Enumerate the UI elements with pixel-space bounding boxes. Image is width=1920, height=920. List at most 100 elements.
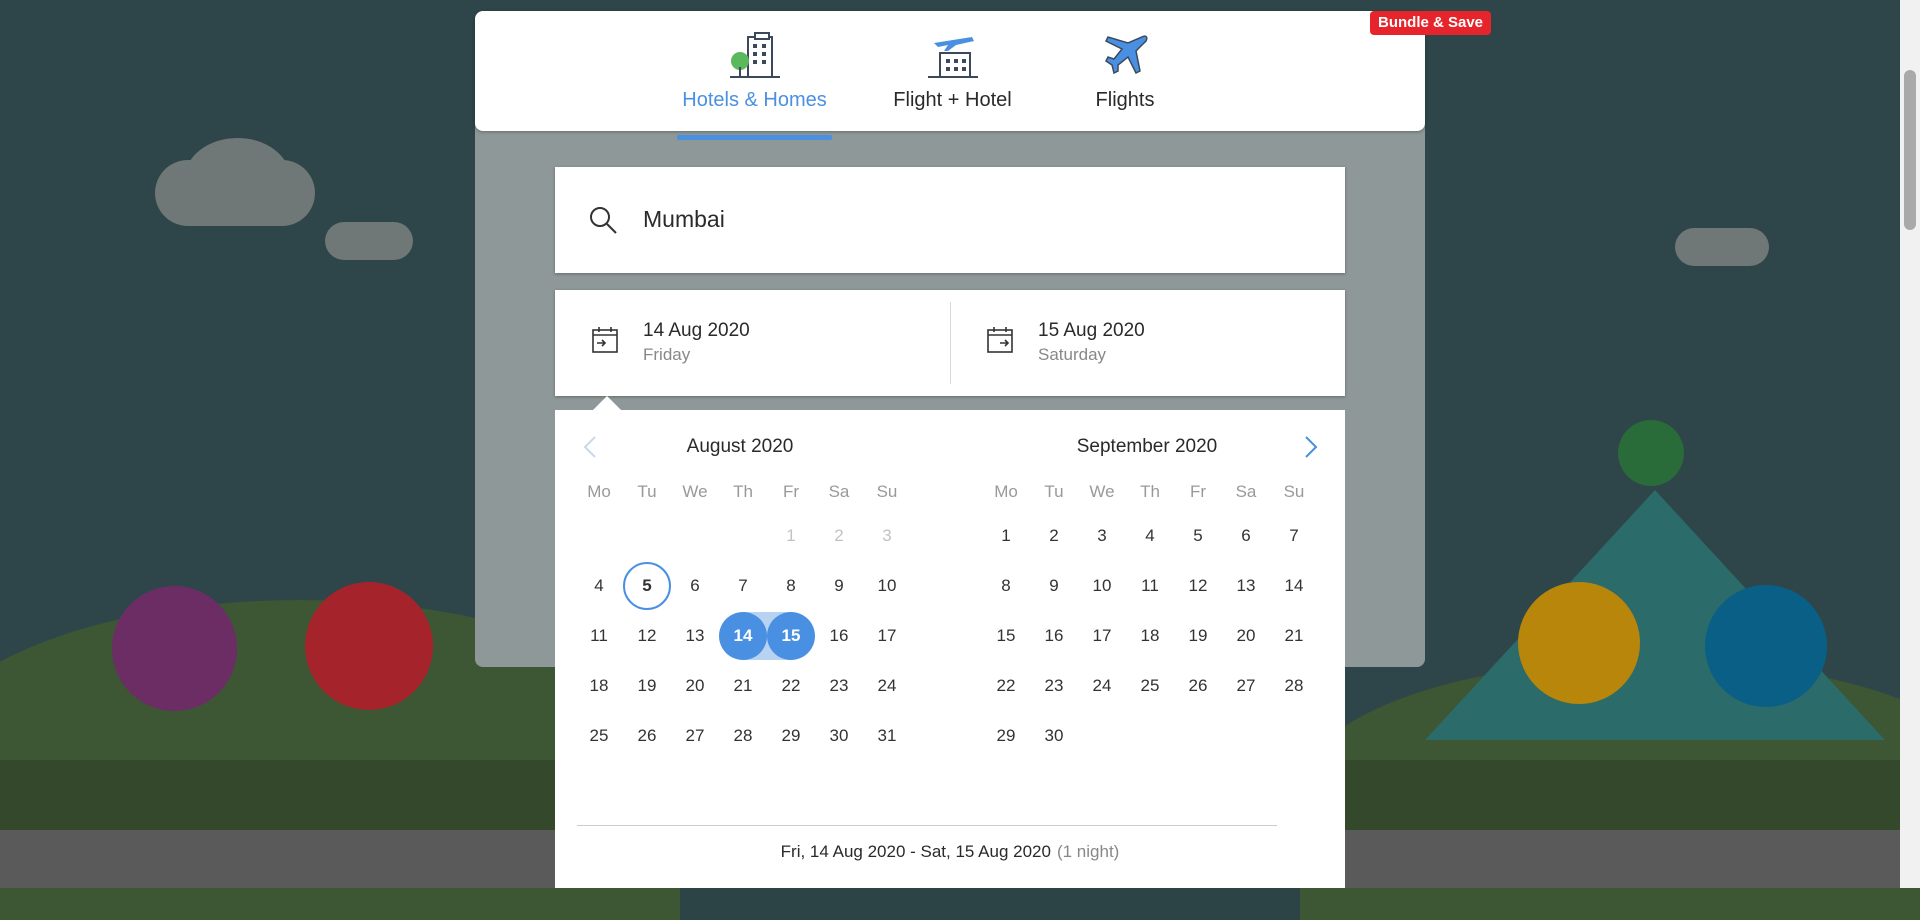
calendar-day[interactable]: 8 <box>767 562 815 610</box>
calendar-day[interactable]: 30 <box>1030 712 1078 760</box>
calendar-day[interactable]: 14 <box>1270 562 1318 610</box>
calendar-day[interactable]: 8 <box>982 562 1030 610</box>
calendar-day[interactable]: 29 <box>982 712 1030 760</box>
calendar-day[interactable]: 15 <box>982 612 1030 660</box>
calendar-day[interactable]: 21 <box>719 662 767 710</box>
calendar-day[interactable]: 25 <box>1126 662 1174 710</box>
bundle-save-badge: Bundle & Save <box>1370 11 1492 35</box>
calendar-day[interactable]: 29 <box>767 712 815 760</box>
calendar-day[interactable]: 24 <box>1078 662 1126 710</box>
tab-label: Flights <box>1095 89 1155 111</box>
checkout-field[interactable]: 15 Aug 2020 Saturday <box>950 290 1345 396</box>
weekday-header: Th <box>1140 482 1160 501</box>
calendar-day[interactable]: 7 <box>1270 512 1318 560</box>
calendar-day[interactable]: 20 <box>671 662 719 710</box>
weekday-header: Fr <box>1189 482 1207 501</box>
weekday-header: Su <box>1283 482 1305 501</box>
calendar-day[interactable]: 27 <box>1222 662 1270 710</box>
month-title: August 2020 <box>686 436 794 457</box>
weekday-header: Mo <box>994 482 1018 501</box>
calendar-day[interactable]: 23 <box>1030 662 1078 710</box>
weekday-header: Sa <box>1235 482 1257 501</box>
weekday-header: Tu <box>1044 482 1064 501</box>
tab-hotels-homes[interactable]: Hotels & Homes <box>677 31 832 140</box>
calendar-day[interactable]: 5 <box>1174 512 1222 560</box>
flight-hotel-icon <box>927 37 978 78</box>
calendar-day[interactable]: 16 <box>815 612 863 660</box>
calendar-day[interactable]: 16 <box>1030 612 1078 660</box>
calendar-day[interactable]: 13 <box>1222 562 1270 610</box>
calendar-day[interactable]: 17 <box>863 612 911 660</box>
tab-flight-hotel[interactable]: Flight + Hotel <box>880 31 1025 131</box>
calendar-day[interactable]: 2 <box>1030 512 1078 560</box>
weekday-header: We <box>682 482 708 501</box>
red-character <box>305 582 433 710</box>
calendar-day[interactable]: 6 <box>1222 512 1270 560</box>
calendar-day[interactable]: 25 <box>575 712 623 760</box>
calendar-day[interactable]: 27 <box>671 712 719 760</box>
calendar-day[interactable]: 4 <box>1126 512 1174 560</box>
calendar-day[interactable]: 10 <box>1078 562 1126 610</box>
calendar-day[interactable]: 20 <box>1222 612 1270 660</box>
calendar-day[interactable]: 19 <box>1174 612 1222 660</box>
stay-range: Fri, 14 Aug 2020 - Sat, 15 Aug 2020 <box>780 842 1051 861</box>
airplane-icon <box>1104 35 1148 75</box>
checkin-field[interactable]: 14 Aug 2020 Friday <box>555 290 950 396</box>
calendar-day: 3 <box>882 526 892 545</box>
calendar-day[interactable]: 17 <box>1078 612 1126 660</box>
destination-search[interactable]: Mumbai <box>555 167 1345 273</box>
calendar-day[interactable]: 31 <box>863 712 911 760</box>
hotel-building-icon <box>729 32 780 78</box>
calendar-day[interactable]: 5 <box>623 562 671 610</box>
calendar-day[interactable]: 21 <box>1270 612 1318 660</box>
weekday-header: Fr <box>782 482 800 501</box>
calendar-day[interactable]: 9 <box>815 562 863 610</box>
calendar-pointer <box>593 396 621 410</box>
calendar-day[interactable]: 11 <box>1126 562 1174 610</box>
calendar-day[interactable]: 12 <box>1174 562 1222 610</box>
calendar-day[interactable]: 18 <box>1126 612 1174 660</box>
tab-flights[interactable]: Flights <box>1070 31 1180 131</box>
active-tab-indicator <box>677 135 832 140</box>
calendar-day[interactable]: 10 <box>863 562 911 610</box>
calendar-day[interactable]: 30 <box>815 712 863 760</box>
calendar-day[interactable]: 4 <box>575 562 623 610</box>
cloud <box>325 222 413 260</box>
scrollbar-thumb[interactable] <box>1904 70 1916 230</box>
calendar-day[interactable]: 7 <box>719 562 767 610</box>
weekday-header: Th <box>733 482 753 501</box>
calendar-day[interactable]: 28 <box>1270 662 1318 710</box>
calendar-day[interactable]: 12 <box>623 612 671 660</box>
calendar-day[interactable]: 11 <box>575 612 623 660</box>
calendar-day[interactable]: 18 <box>575 662 623 710</box>
checkin-day: Friday <box>643 345 691 364</box>
calendar-divider <box>577 825 1277 826</box>
calendar-day[interactable]: 6 <box>671 562 719 610</box>
tab-label: Flight + Hotel <box>893 89 1012 111</box>
yellow-character <box>1518 582 1640 704</box>
weekday-header: Mo <box>587 482 611 501</box>
checkout-day: Saturday <box>1038 345 1107 364</box>
blue-character <box>1705 585 1827 707</box>
calendar-day[interactable]: 22 <box>767 662 815 710</box>
calendar-day[interactable]: 19 <box>623 662 671 710</box>
search-input[interactable]: Mumbai <box>643 206 725 233</box>
date-picker: August 2020 Mo Tu We Th Fr Sa Su 1 2 3 4 5 6 7 8 9 10 11 1… <box>555 410 1345 888</box>
checkin-date: 14 Aug 2020 <box>643 320 750 341</box>
page-scrollbar[interactable] <box>1900 0 1920 888</box>
calendar-day[interactable]: 23 <box>815 662 863 710</box>
calendar-day[interactable]: 26 <box>623 712 671 760</box>
calendar-day[interactable]: 3 <box>1078 512 1126 560</box>
calendar-day[interactable]: 28 <box>719 712 767 760</box>
calendar-day[interactable]: 15 <box>767 612 815 660</box>
calendar-day[interactable]: 24 <box>863 662 911 710</box>
cloud <box>185 138 290 218</box>
calendar-day[interactable]: 1 <box>982 512 1030 560</box>
weekday-header: Su <box>876 482 898 501</box>
calendar-day[interactable]: 26 <box>1174 662 1222 710</box>
search-icon <box>590 207 617 234</box>
calendar-day[interactable]: 13 <box>671 612 719 660</box>
calendar-day[interactable]: 14 <box>719 612 767 660</box>
calendar-day[interactable]: 22 <box>982 662 1030 710</box>
calendar-day[interactable]: 9 <box>1030 562 1078 610</box>
